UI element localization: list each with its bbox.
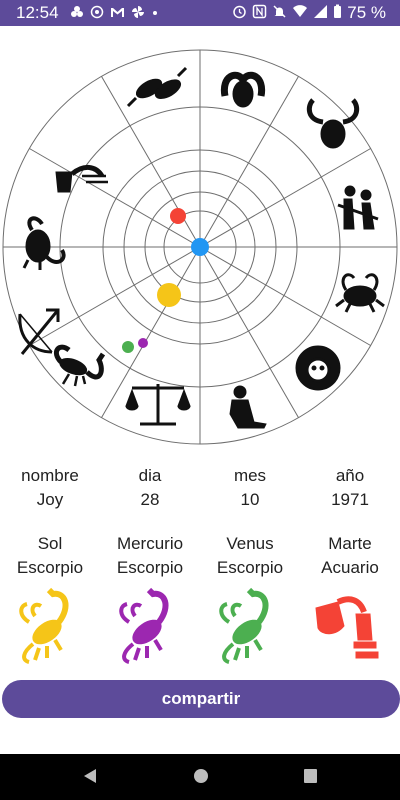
planet-signs: Sol Escorpio Mercurio Escorpio Venus Esc… bbox=[0, 532, 400, 580]
libra-icon bbox=[125, 384, 191, 426]
planet-sun: Sol Escorpio bbox=[0, 532, 100, 580]
whatsapp-icon bbox=[90, 5, 104, 22]
planet-name: Sol bbox=[37, 534, 63, 553]
birth-day-cell: dia 28 bbox=[100, 464, 200, 512]
birth-label-day: dia bbox=[138, 466, 162, 485]
birth-label-year: año bbox=[335, 466, 365, 485]
battery-percent: 75 % bbox=[347, 3, 386, 22]
zodiac-wheel[interactable] bbox=[0, 42, 400, 452]
scorpio-icon bbox=[19, 587, 69, 664]
scorpio-icon bbox=[54, 344, 106, 387]
birth-data: nombre Joy dia 28 mes 10 año 1971 bbox=[0, 464, 400, 512]
birth-label-name: nombre bbox=[21, 466, 79, 485]
planet-name: Marte bbox=[328, 534, 372, 553]
alarm-icon bbox=[232, 4, 247, 22]
planet-sign: Escorpio bbox=[16, 558, 84, 577]
planet-mars: Marte Acuario bbox=[300, 532, 400, 580]
back-icon[interactable] bbox=[82, 767, 98, 790]
pisces-icon bbox=[126, 66, 188, 108]
earth-planet bbox=[191, 238, 209, 256]
sun-planet bbox=[157, 283, 181, 307]
aquarius-icon bbox=[315, 596, 379, 659]
pinwheel-icon bbox=[131, 5, 145, 22]
status-bar: 12:54 75 % bbox=[0, 0, 400, 26]
dot-icon bbox=[151, 5, 159, 22]
status-time: 12:54 bbox=[16, 3, 59, 22]
notification-icons bbox=[70, 5, 159, 22]
planet-name: Mercurio bbox=[116, 534, 184, 553]
mercury-planet bbox=[138, 338, 148, 348]
gmail-icon bbox=[110, 5, 125, 22]
virgo-icon bbox=[229, 385, 267, 429]
birth-value-month: 10 bbox=[240, 490, 260, 509]
planet-sign: Escorpio bbox=[116, 558, 184, 577]
sign-icons bbox=[0, 586, 400, 666]
mars-sign-cell bbox=[300, 586, 400, 666]
signal-icon bbox=[313, 4, 328, 22]
mercury-sign-cell bbox=[100, 586, 200, 666]
birth-year-cell: año 1971 bbox=[300, 464, 400, 512]
birth-month-cell: mes 10 bbox=[200, 464, 300, 512]
share-button[interactable]: compartir bbox=[2, 680, 400, 718]
mute-icon bbox=[272, 4, 287, 22]
wifi-icon bbox=[292, 4, 308, 22]
navigation-bar bbox=[0, 754, 400, 800]
planet-name: Venus bbox=[226, 534, 274, 553]
planet-mercury: Mercurio Escorpio bbox=[100, 532, 200, 580]
cancer-icon bbox=[335, 273, 385, 313]
leo-icon bbox=[295, 345, 341, 391]
photos-icon bbox=[70, 5, 84, 22]
home-icon[interactable] bbox=[192, 767, 210, 790]
birth-name-cell: nombre Joy bbox=[0, 464, 100, 512]
planet-sign: Acuario bbox=[321, 558, 379, 577]
birth-value-name: Joy bbox=[36, 490, 64, 509]
battery-icon bbox=[333, 4, 342, 22]
sun-sign-cell bbox=[0, 586, 100, 666]
gemini-icon bbox=[337, 185, 379, 230]
system-icons: 75 % bbox=[232, 3, 386, 23]
nfc-icon bbox=[252, 4, 267, 22]
recents-icon[interactable] bbox=[302, 767, 318, 790]
venus-sign-cell bbox=[200, 586, 300, 666]
birth-value-year: 1971 bbox=[331, 490, 369, 509]
planet-sign: Escorpio bbox=[216, 558, 284, 577]
aries-icon bbox=[220, 71, 266, 108]
birth-value-day: 28 bbox=[140, 490, 160, 509]
mars-planet bbox=[170, 208, 186, 224]
scorpio-icon bbox=[119, 587, 169, 664]
planet-venus: Venus Escorpio bbox=[200, 532, 300, 580]
capricorn-icon bbox=[22, 216, 66, 270]
venus-planet bbox=[122, 341, 134, 353]
taurus-icon bbox=[306, 98, 360, 149]
birth-label-month: mes bbox=[233, 466, 267, 485]
scorpio-icon bbox=[219, 587, 269, 664]
